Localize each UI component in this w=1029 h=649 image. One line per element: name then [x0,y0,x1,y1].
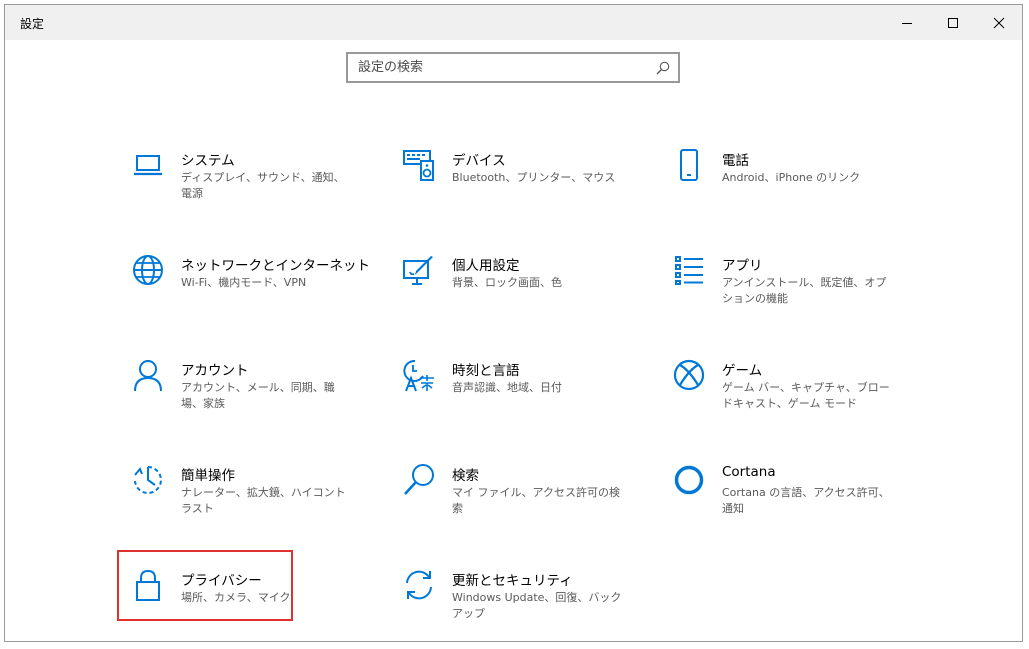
tile-update-security[interactable]: 更新とセキュリティ Windows Update、回復、バック アップ [402,568,642,638]
tile-title: ネットワークとインターネット [181,258,370,274]
xbox-icon [672,358,706,392]
tile-description: ディスプレイ、サウンド、通知、電源 [181,171,345,200]
tile-devices[interactable]: デバイス Bluetooth、プリンター、マウス [402,148,642,218]
tile-accounts[interactable]: アカウント アカウント、メール、同期、職場、家族 [131,358,371,428]
tile-cortana[interactable]: Cortana Cortana の言語、アクセス許可、通知 [672,463,912,533]
tile-title: ゲーム [722,363,763,379]
ease-of-access-icon [131,463,165,497]
tile-title: アカウント [181,363,249,379]
tile-phone[interactable]: 電話 Android、iPhone のリンク [672,148,912,218]
tile-title: 簡単操作 [181,468,235,484]
phone-icon [672,148,706,182]
close-icon [993,17,1005,28]
tile-ease-of-access[interactable]: 簡単操作 ナレーター、拡大鏡、ハイコントラスト [131,463,371,533]
tile-description: Wi-Fi、機内モード、VPN [181,276,307,289]
app-list-icon [672,253,706,287]
minimize-icon [902,22,912,24]
tile-description: Windows Update、回復、バック アップ [452,591,622,620]
laptop-icon [131,148,165,182]
update-icon [402,568,436,602]
tile-description: アカウント、メール、同期、職場、家族 [181,381,335,410]
tile-time-language[interactable]: 時刻と言語 音声認識、地域、日付 [402,358,642,428]
minimize-button[interactable] [884,5,930,40]
tile-title: 時刻と言語 [452,363,520,379]
time-language-icon [402,358,436,392]
person-icon [131,358,165,392]
tile-apps[interactable]: アプリ アンインストール、既定値、オプションの機能 [672,253,912,323]
close-button[interactable] [976,5,1022,40]
tile-description: Cortana の言語、アクセス許可、通知 [722,486,890,515]
title-bar[interactable]: 設定 [5,5,1022,40]
search-input[interactable] [348,54,678,81]
cortana-icon [672,463,706,497]
search-box[interactable] [346,52,680,83]
settings-window: 設定 システム ディスプレイ、サウンド、通知、電源 [4,4,1023,642]
tile-system[interactable]: システム ディスプレイ、サウンド、通知、電源 [131,148,371,218]
tile-description: Bluetooth、プリンター、マウス [452,171,616,184]
tile-title: 検索 [452,468,479,484]
tile-search[interactable]: 検索 マイ ファイル、アクセス許可の検索 [402,463,642,533]
search-icon[interactable] [655,60,671,76]
maximize-button[interactable] [930,5,976,40]
tile-description: ゲーム バー、キャプチャ、ブロードキャスト、ゲーム モード [722,381,890,410]
tile-gaming[interactable]: ゲーム ゲーム バー、キャプチャ、ブロードキャスト、ゲーム モード [672,358,912,428]
tile-title: 更新とセキュリティ [452,573,573,589]
tile-title: デバイス [452,153,506,169]
tile-title: 個人用設定 [452,258,520,274]
tile-personalization[interactable]: 個人用設定 背景、ロック画面、色 [402,253,642,323]
globe-icon [131,253,165,287]
paint-brush-icon [402,253,436,287]
tile-title: アプリ [722,258,763,274]
highlight-box [117,550,293,621]
tile-title: 電話 [722,153,749,169]
maximize-icon [948,17,958,28]
tile-description: マイ ファイル、アクセス許可の検索 [452,486,620,515]
tile-description: Android、iPhone のリンク [722,171,861,184]
tile-network[interactable]: ネットワークとインターネット Wi-Fi、機内モード、VPN [131,253,371,323]
tile-description: ナレーター、拡大鏡、ハイコントラスト [181,486,346,515]
window-title: 設定 [20,17,45,31]
search-icon [402,463,436,497]
keyboard-speaker-icon [402,148,436,182]
tile-title: Cortana [722,464,776,480]
tile-description: 背景、ロック画面、色 [452,276,562,289]
tile-title: システム [181,153,235,169]
tile-description: 音声認識、地域、日付 [452,381,562,394]
tile-description: アンインストール、既定値、オプションの機能 [722,276,887,305]
